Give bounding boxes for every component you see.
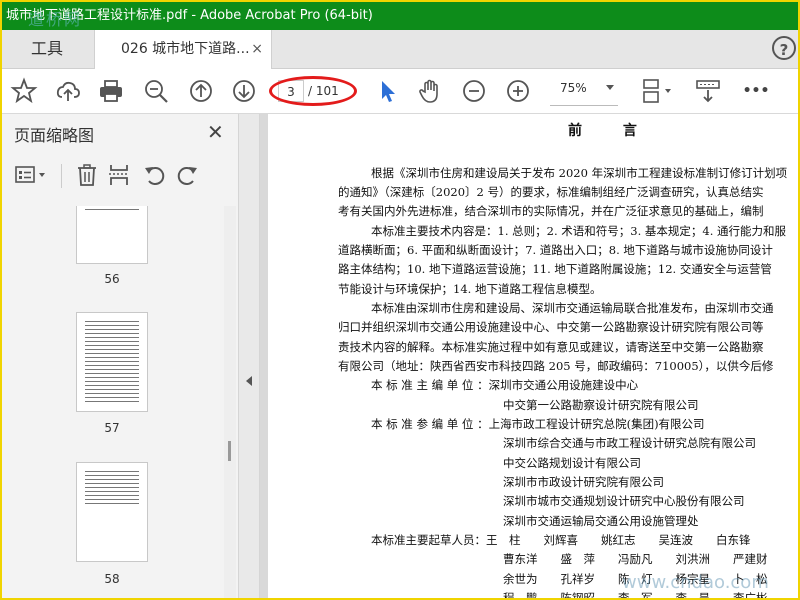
thumbnail-page[interactable]: [76, 462, 148, 562]
thumbnail-page[interactable]: [76, 206, 148, 264]
panel-close-icon[interactable]: ✕: [207, 120, 224, 144]
zoom-out-icon[interactable]: [460, 77, 488, 105]
panel-title: 页面缩略图: [14, 126, 95, 145]
highlight-ellipse: [269, 76, 357, 106]
page-down-icon[interactable]: [230, 77, 258, 105]
document-view[interactable]: 前 言 根据《深圳市住房和建设局关于发布 2020 年深圳市工程建设标准制订修订…: [260, 114, 798, 598]
thumbnail-label: 57: [104, 421, 120, 435]
print-icon[interactable]: [97, 77, 125, 105]
thumbnail-list: 56 57 58: [2, 206, 224, 598]
tab-document-label: 026 城市地下道路...: [121, 41, 250, 57]
trash-icon[interactable]: [74, 162, 100, 188]
zoom-in-icon[interactable]: [504, 77, 532, 105]
undo-icon[interactable]: [142, 162, 168, 188]
title-bar: 城市地下道路工程设计标准.pdf - Adobe Acrobat Pro (64…: [2, 2, 798, 30]
page-heading: 前 言: [568, 123, 655, 139]
page-up-icon[interactable]: [187, 77, 215, 105]
tab-document[interactable]: 026 城市地下道路... ×: [94, 30, 272, 69]
text-line: 深圳市城市交通规划设计研究中心股份有限公司: [503, 494, 745, 508]
text-line: 深圳市综合交通与市政工程设计研究总院有限公司: [503, 436, 756, 450]
cloud-upload-icon[interactable]: [54, 77, 82, 105]
page-layout-icon[interactable]: [638, 77, 678, 105]
text-line: 中交公路规划设计有限公司: [503, 456, 641, 470]
text-line: 的通知》（深建标〔2020〕2 号）的要求，标准编制组经广泛调查研究，认真总结实: [338, 185, 764, 199]
app-window: 城市地下道路工程设计标准.pdf - Adobe Acrobat Pro (64…: [0, 0, 800, 600]
scroll-mode-icon[interactable]: [694, 77, 722, 105]
star-icon[interactable]: [10, 77, 38, 105]
text-line: 曹东洋 盛 萍 冯励凡 刘洪洲 严建财: [503, 552, 768, 566]
chevron-down-icon: [606, 85, 614, 90]
text-line: 根据《深圳市住房和建设局关于发布 2020 年深圳市工程建设标准制订修订计划项: [371, 166, 788, 180]
divider: [61, 164, 62, 188]
text-line: 归口并组织深圳市交通公用设施建设中心、中交第一公路勘察设计研究院有限公司等: [338, 320, 764, 334]
zoom-value: 75%: [560, 81, 587, 95]
text-line: 本标准主要起草人员：王 柱 刘辉喜 姚红志 吴连波 白东锋: [371, 533, 751, 547]
text-line: 中交第一公路勘察设计研究院有限公司: [503, 398, 699, 412]
tab-close-icon[interactable]: ×: [251, 30, 263, 68]
more-icon[interactable]: •••: [742, 77, 770, 105]
pdf-page: 前 言 根据《深圳市住房和建设局关于发布 2020 年深圳市工程建设标准制订修订…: [268, 114, 798, 598]
text-line: 道路横断面；6. 平面和纵断面设计；7. 道路出入口；8. 地下道路与城市设施协…: [338, 243, 773, 257]
text-line: 责技术内容的解释。本标准实施过程中如有意见或建议，请寄送至中交第一公路勘察: [338, 340, 764, 354]
thumbnail-page[interactable]: [76, 312, 148, 412]
zoom-select[interactable]: 75%: [550, 77, 618, 106]
scrollbar-grip[interactable]: [228, 441, 231, 461]
thumbnail-label: 56: [104, 272, 120, 286]
options-icon[interactable]: [14, 162, 50, 188]
chevron-left-icon: [246, 376, 252, 386]
text-line: 路主体结构；10. 地下道路运营设施；11. 地下道路附属设施；12. 交通安全…: [338, 262, 772, 276]
panel-toolbar: [2, 158, 238, 194]
text-line: 本标准由深圳市住房和建设局、深圳市交通运输局联合批准发布，由深圳市交通: [371, 301, 774, 315]
toolbar: 3 / 101 75% •••: [2, 69, 798, 114]
hand-icon[interactable]: [416, 77, 444, 105]
extract-icon[interactable]: [106, 162, 132, 188]
text-line: 深圳市市政设计研究院有限公司: [503, 475, 664, 489]
text-line: 节能设计与环境保护；14. 地下道路工程信息模型。: [338, 282, 602, 296]
text-line: 本 标 准 参 编 单 位 ：上海市政工程设计研究总院(集团)有限公司: [371, 417, 705, 431]
thumbnail-scrollbar[interactable]: [224, 206, 236, 598]
text-line: 本标准主要技术内容是：1. 总则；2. 术语和符号；3. 基本规定；4. 通行能…: [371, 224, 787, 238]
zoom-search-icon[interactable]: [142, 77, 170, 105]
panel-collapse-strip[interactable]: [239, 114, 260, 598]
tab-bar: 工具 026 城市地下道路... × ?: [2, 30, 798, 69]
redo-icon[interactable]: [174, 162, 200, 188]
text-line: 考有关国内外先进标准，结合深圳市的实际情况，并在广泛征求意见的基础上，编制: [338, 204, 764, 218]
thumbnails-panel: 页面缩略图 ✕ 56 57 58: [2, 114, 239, 598]
watermark-top: 道桥网: [28, 10, 83, 29]
thumbnail-label: 58: [104, 572, 120, 586]
watermark-bottom: www.cndao.com: [622, 572, 769, 593]
help-icon[interactable]: ?: [772, 36, 796, 60]
text-line: 深圳市交通运输局交通公用设施管理处: [503, 514, 699, 528]
select-cursor-icon[interactable]: [374, 77, 402, 105]
text-line: 本 标 准 主 编 单 位 ：深圳市交通公用设施建设中心: [371, 378, 639, 392]
text-line: 有限公司（地址：陕西省西安市科技四路 205 号，邮政编码：710005），以供…: [338, 359, 774, 373]
tab-tools[interactable]: 工具: [2, 30, 92, 68]
